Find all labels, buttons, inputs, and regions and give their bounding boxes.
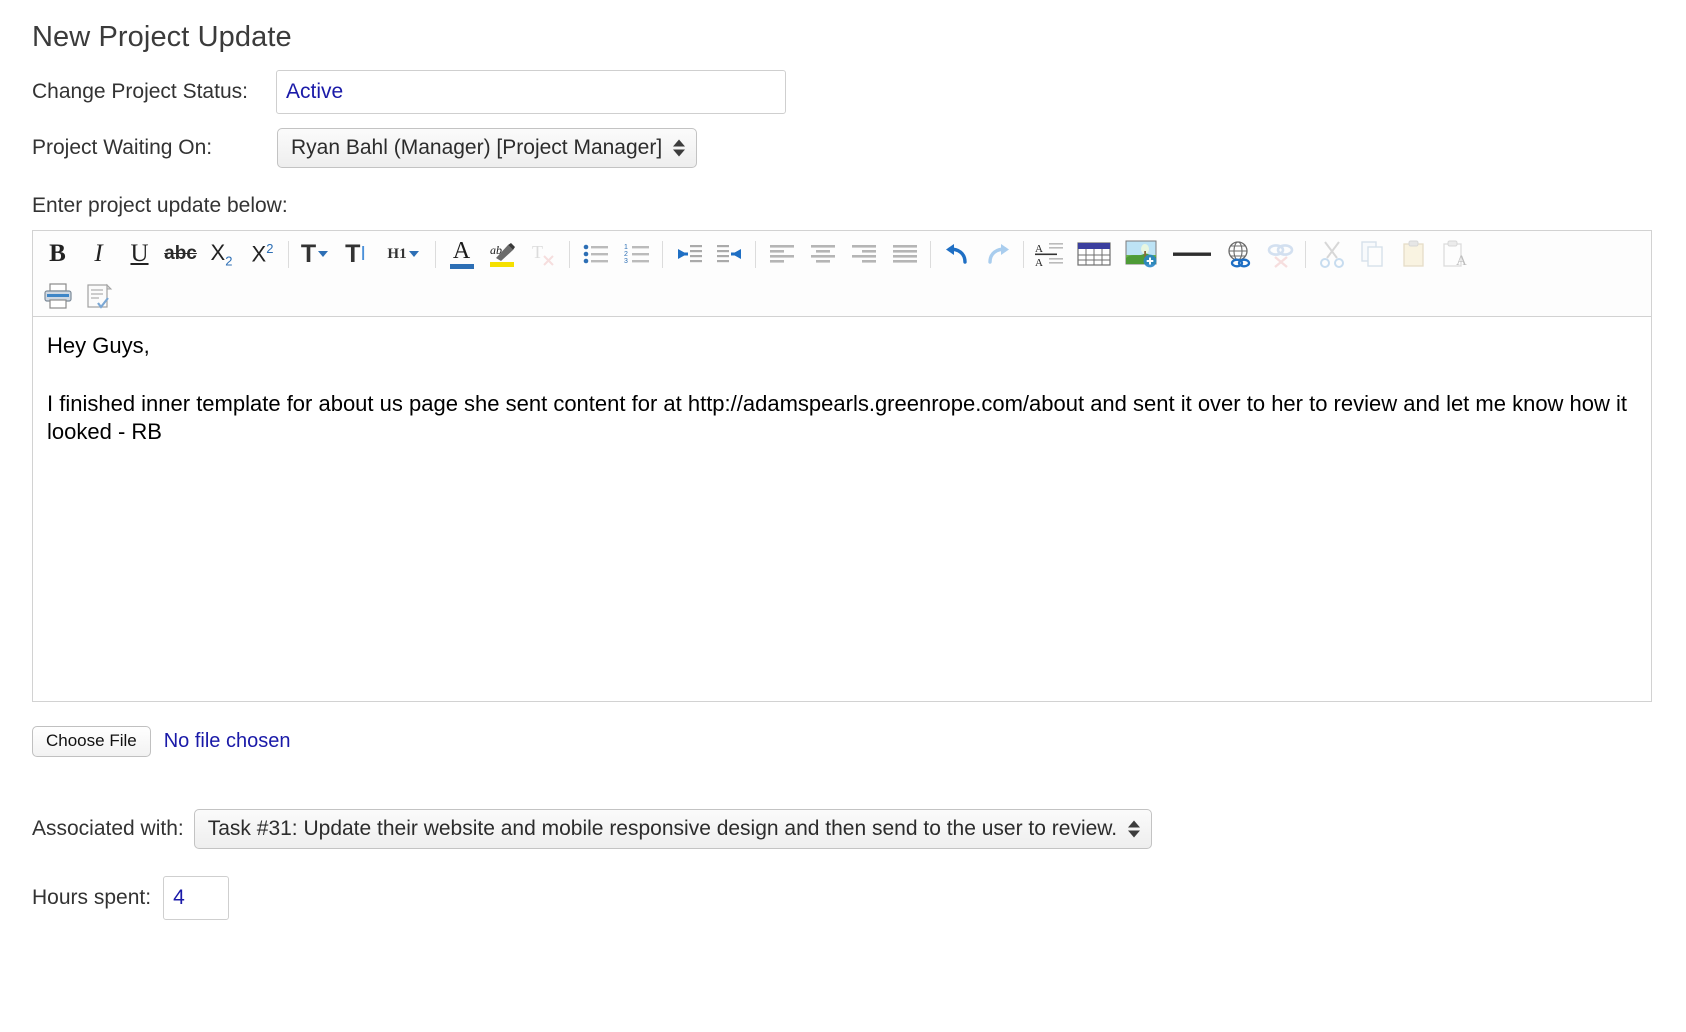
toolbar-divider xyxy=(662,240,663,268)
paste-icon[interactable] xyxy=(1393,235,1434,273)
unlink-icon[interactable] xyxy=(1259,235,1300,273)
line-spacing-icon[interactable]: A A xyxy=(1029,235,1070,273)
paste-as-text-icon[interactable]: A xyxy=(1434,235,1475,273)
svg-text:2: 2 xyxy=(624,251,628,258)
change-project-status-label: Change Project Status: xyxy=(32,79,248,103)
strikethrough-icon[interactable]: abc xyxy=(160,235,201,273)
editor-blank-line xyxy=(47,360,1637,390)
underline-icon[interactable]: U xyxy=(119,235,160,273)
toolbar-divider xyxy=(1305,240,1306,268)
heading-icon[interactable]: H1 xyxy=(376,235,430,273)
font-size-icon[interactable]: TI xyxy=(335,235,376,273)
editor-toolbar-row-2 xyxy=(37,276,1647,316)
highlight-color-icon[interactable]: ab xyxy=(482,235,523,273)
editor-body[interactable]: Hey Guys, I finished inner template for … xyxy=(33,317,1651,701)
font-family-icon[interactable]: T xyxy=(294,235,335,273)
insert-link-icon[interactable] xyxy=(1218,235,1259,273)
project-waiting-on-label: Project Waiting On: xyxy=(32,135,213,159)
subscript-icon[interactable]: X2 xyxy=(201,235,242,273)
editor-instruction-label: Enter project update below: xyxy=(32,193,288,217)
toolbar-divider xyxy=(755,240,756,268)
align-justify-icon[interactable] xyxy=(884,235,925,273)
file-upload-row: Choose File No file chosen xyxy=(32,725,1656,757)
toolbar-divider xyxy=(569,240,570,268)
hours-spent-input[interactable] xyxy=(163,875,230,920)
project-waiting-on-row: Project Waiting On: Ryan Bahl (Manager) … xyxy=(32,127,1656,168)
rich-text-editor: B I U abc X2 X2 T TI H1 A ab T 1 2 3 A A… xyxy=(32,229,1652,702)
superscript-icon[interactable]: X2 xyxy=(242,235,283,273)
editor-paragraph: I finished inner template for about us p… xyxy=(47,391,1628,445)
horizontal-rule-icon[interactable] xyxy=(1166,235,1218,273)
align-center-icon[interactable] xyxy=(802,235,843,273)
italic-icon[interactable]: I xyxy=(78,235,119,273)
change-project-status-row: Change Project Status: xyxy=(32,69,1656,114)
bullet-list-icon[interactable] xyxy=(575,235,616,273)
editor-toolbar-row-1: B I U abc X2 X2 T TI H1 A ab T 1 2 3 A A… xyxy=(37,233,1647,276)
hours-spent-row: Hours spent: xyxy=(32,875,1656,920)
insert-image-icon[interactable] xyxy=(1118,235,1166,273)
change-project-status-input[interactable] xyxy=(276,69,786,114)
associated-with-row: Associated with: Task #31: Update their … xyxy=(32,808,1656,849)
cut-icon[interactable] xyxy=(1311,235,1352,273)
svg-text:T: T xyxy=(532,242,543,262)
toolbar-divider xyxy=(930,240,931,268)
redo-icon[interactable] xyxy=(977,235,1018,273)
page-title: New Project Update xyxy=(32,21,292,53)
chevron-updown-icon xyxy=(673,139,686,157)
svg-text:1: 1 xyxy=(624,244,628,251)
svg-text:A: A xyxy=(1035,257,1043,267)
print-icon[interactable] xyxy=(37,277,78,315)
project-waiting-on-value: Ryan Bahl (Manager) [Project Manager] xyxy=(291,135,663,159)
editor-toolbar: B I U abc X2 X2 T TI H1 A ab T 1 2 3 A A… xyxy=(33,230,1651,317)
indent-icon[interactable] xyxy=(709,235,750,273)
choose-file-button[interactable]: Choose File xyxy=(32,725,151,757)
editor-greeting: Hey Guys, xyxy=(47,332,150,358)
toolbar-divider xyxy=(288,240,289,268)
chevron-updown-icon xyxy=(1128,820,1141,838)
undo-icon[interactable] xyxy=(936,235,977,273)
bold-icon[interactable]: B xyxy=(37,235,78,273)
project-waiting-on-select[interactable]: Ryan Bahl (Manager) [Project Manager] xyxy=(277,127,698,168)
outdent-icon[interactable] xyxy=(668,235,709,273)
paste-as-text-letter: A xyxy=(1456,253,1467,268)
toolbar-divider xyxy=(1023,240,1024,268)
associated-with-label: Associated with: xyxy=(32,816,184,840)
associated-with-value: Task #31: Update their website and mobil… xyxy=(207,816,1118,840)
align-right-icon[interactable] xyxy=(843,235,884,273)
toolbar-divider xyxy=(435,240,436,268)
hours-spent-label: Hours spent: xyxy=(32,885,152,909)
svg-text:3: 3 xyxy=(624,258,628,265)
associated-with-select[interactable]: Task #31: Update their website and mobil… xyxy=(193,808,1153,849)
align-left-icon[interactable] xyxy=(761,235,802,273)
remove-format-icon[interactable]: T xyxy=(523,235,564,273)
spellcheck-icon[interactable] xyxy=(78,277,119,315)
svg-text:A: A xyxy=(1035,243,1043,255)
copy-icon[interactable] xyxy=(1352,235,1393,273)
numbered-list-icon[interactable]: 1 2 3 xyxy=(616,235,657,273)
insert-table-icon[interactable] xyxy=(1070,235,1118,273)
text-color-icon[interactable]: A xyxy=(441,235,482,273)
project-update-form: New Project Update Change Project Status… xyxy=(0,0,1686,920)
file-status-text: No file chosen xyxy=(163,729,291,752)
